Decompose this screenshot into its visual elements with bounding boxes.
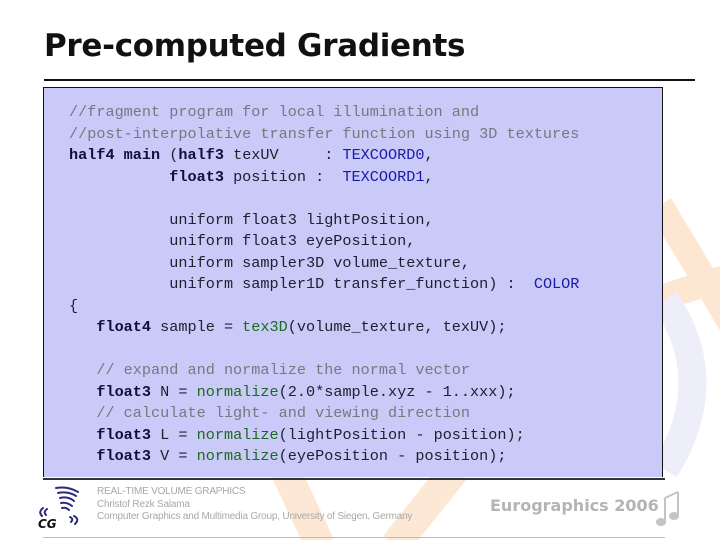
code-semantic: COLOR bbox=[533, 275, 580, 293]
code-line: //fragment program for local illuminatio… bbox=[69, 102, 579, 124]
code-text: (2.0*sample.xyz - 1..xxx); bbox=[278, 382, 516, 401]
code-line: // calculate light- and viewing directio… bbox=[69, 403, 579, 425]
title-divider bbox=[44, 79, 695, 81]
code-text: (eyePosition - position); bbox=[278, 447, 507, 465]
code-function: normalize bbox=[196, 382, 279, 401]
code-listing: //fragment program for local illuminatio… bbox=[69, 102, 579, 468]
code-keyword: half3 bbox=[178, 146, 224, 164]
code-line: half4 main (half3 texUV : TEXCOORD0, bbox=[69, 145, 579, 167]
footer-affiliation: Computer Graphics and Multimedia Group, … bbox=[97, 511, 413, 522]
code-keyword: half4 main bbox=[69, 146, 170, 164]
code-line: float3 L = normalize(lightPosition - pos… bbox=[69, 425, 579, 447]
code-keyword: float3 bbox=[96, 425, 152, 444]
code-keyword: float3 bbox=[96, 447, 152, 465]
code-keyword: float4 bbox=[96, 318, 152, 336]
code-line: float4 sample = tex3D(volume_texture, te… bbox=[69, 317, 579, 339]
code-text: , bbox=[424, 146, 434, 164]
code-function: normalize bbox=[196, 447, 279, 465]
code-line: uniform sampler3D volume_texture, bbox=[69, 253, 579, 275]
code-line: // expand and normalize the normal vecto… bbox=[69, 360, 579, 382]
code-line: float3 N = normalize(2.0*sample.xyz - 1.… bbox=[69, 382, 579, 404]
code-line: float3 V = normalize(eyePosition - posit… bbox=[69, 446, 579, 468]
code-line: uniform float3 eyePosition, bbox=[69, 231, 579, 253]
code-line: //post-interpolative transfer function u… bbox=[69, 124, 579, 146]
code-text: , bbox=[424, 167, 434, 186]
code-text: uniform float3 eyePosition, bbox=[69, 232, 416, 250]
code-text: L = bbox=[151, 425, 197, 444]
code-line: { bbox=[69, 296, 579, 318]
footer-divider-bottom bbox=[43, 537, 665, 538]
code-function: normalize bbox=[196, 425, 279, 444]
slide-title: Pre-computed Gradients bbox=[44, 28, 466, 64]
footer-author: Christof Rezk Salama bbox=[97, 498, 190, 510]
code-line: float3 position : TEXCOORD1, bbox=[69, 167, 579, 189]
code-comment: //post-interpolative transfer function u… bbox=[69, 124, 580, 143]
footer-credits: REAL-TIME VOLUME GRAPHICS Christof Rezk … bbox=[97, 486, 412, 524]
code-text: texUV : bbox=[223, 146, 343, 164]
code-keyword: float3 bbox=[169, 167, 224, 186]
code-listing-box: //fragment program for local illuminatio… bbox=[43, 87, 663, 477]
code-keyword: float3 bbox=[96, 382, 152, 401]
cg-logo-text: CG bbox=[38, 517, 57, 530]
code-text: (volume_texture, texUV); bbox=[287, 318, 507, 336]
footer-course-title: REAL-TIME VOLUME GRAPHICS bbox=[97, 486, 246, 497]
code-text: (lightPosition - position); bbox=[278, 425, 525, 444]
code-text: position : bbox=[223, 167, 343, 186]
code-comment: // expand and normalize the normal vecto… bbox=[69, 361, 471, 379]
code-text: sample = bbox=[151, 318, 243, 336]
code-comment: //fragment program for local illuminatio… bbox=[69, 103, 480, 121]
footer-divider-top bbox=[43, 478, 665, 480]
code-text: uniform sampler1D transfer_function) : bbox=[69, 275, 534, 293]
code-semantic: TEXCOORD0 bbox=[342, 146, 425, 164]
code-text: N = bbox=[151, 382, 197, 401]
code-text: uniform float3 lightPosition, bbox=[69, 210, 434, 229]
background-arc bbox=[652, 292, 707, 478]
cg-logo-icon: CG bbox=[38, 486, 79, 530]
code-line: uniform float3 lightPosition, bbox=[69, 210, 579, 232]
code-text: { bbox=[69, 296, 79, 315]
code-semantic: TEXCOORD1 bbox=[342, 167, 425, 186]
code-function: tex3D bbox=[242, 318, 288, 336]
code-comment: // calculate light- and viewing directio… bbox=[69, 404, 471, 422]
code-text: uniform sampler3D volume_texture, bbox=[69, 253, 471, 272]
code-line: uniform sampler1D transfer_function) : C… bbox=[69, 274, 579, 296]
music-note-icon bbox=[656, 491, 679, 526]
code-text: V = bbox=[151, 447, 197, 465]
conference-name: Eurographics 2006 bbox=[490, 496, 659, 515]
